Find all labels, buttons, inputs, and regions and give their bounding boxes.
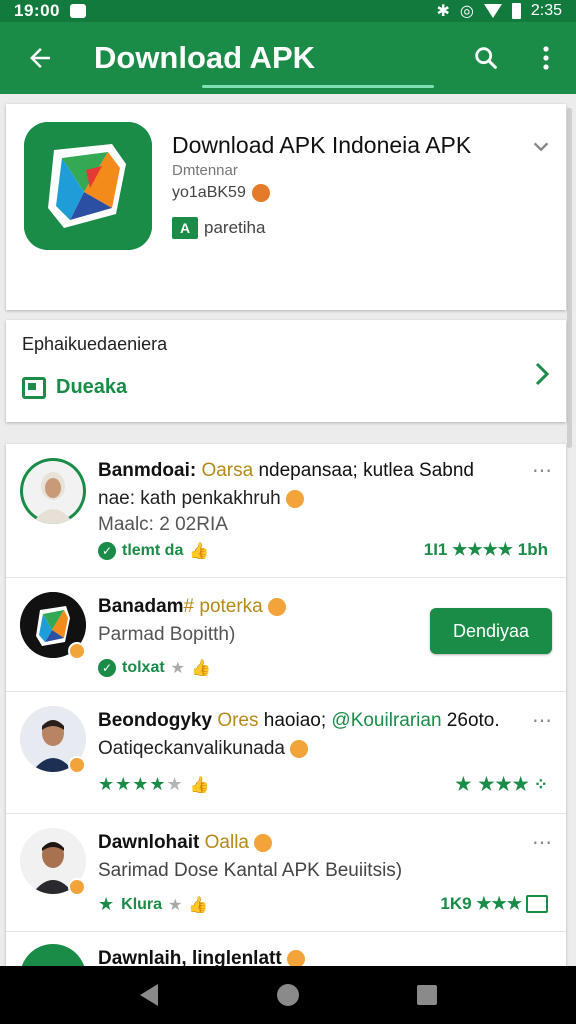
loading-icon: ⁘: [533, 774, 548, 794]
badge-icon: [68, 878, 86, 896]
verified-icon: ✓: [98, 542, 116, 560]
star-icon: ★: [98, 894, 116, 914]
item-subtitle: Sarimad Dose Kantal APK Beuiitsis): [98, 860, 403, 881]
item-title: Beondogyky Ores haoiao; @Kouilrarian 26o…: [98, 710, 500, 731]
app-bar-title: Download APK: [94, 40, 316, 75]
avatar: [20, 458, 86, 524]
tag-label: paretiha: [204, 218, 266, 237]
item-title: Banmdoai: Oarsa ndepansaa; kutlea Sabnd: [98, 460, 474, 481]
item-title: Banadam# poterka: [98, 596, 287, 618]
badge-icon: [68, 642, 86, 660]
list-item[interactable]: Banadam# poterka Parmad Bopitth) ✓ tolxa…: [6, 578, 566, 692]
review-list: Banmdoai: Oarsa ndepansaa; kutlea Sabnd …: [6, 444, 566, 966]
search-icon: [475, 47, 497, 69]
list-item[interactable]: Dawnlohait Oalla Sarimad Dose Kantal APK…: [6, 814, 566, 932]
avatar: [20, 944, 86, 966]
more-vert-icon: [543, 46, 549, 70]
app-logo-icon: [24, 122, 152, 250]
star-rating: ★★★★★: [98, 774, 184, 794]
item-meta: ★★★★★ 👍: [98, 774, 210, 795]
emoji-icon: [286, 949, 305, 966]
thumb-up-icon[interactable]: 👍: [190, 775, 210, 795]
emoji-icon: [286, 489, 305, 508]
item-menu-button[interactable]: ⋯: [532, 830, 552, 855]
emoji-icon: [254, 833, 273, 852]
item-rating: 1K9 ★★★: [440, 894, 548, 914]
section-link[interactable]: Dueaka: [22, 376, 127, 399]
app-meta-text: yo1aBK59: [172, 184, 246, 201]
star-outline-icon: ★: [168, 896, 183, 914]
list-item[interactable]: Dawnlaih, linglenlatt: [6, 932, 566, 966]
app-tag: A paretiha: [172, 217, 265, 239]
status-icons: ✱ ◎ 2:35: [436, 1, 562, 21]
app-bar: Download APK: [0, 22, 576, 94]
nav-back-icon[interactable]: [138, 982, 160, 1008]
app-header-card: Download APK Indoneia APK Dmtennar yo1aB…: [6, 104, 566, 310]
emoji-icon: [268, 597, 287, 616]
item-subtitle: nae: kath penkakhruh: [98, 488, 305, 510]
thumb-up-icon[interactable]: 👍: [188, 895, 208, 915]
section-card[interactable]: Ephaikuedaeniera Dueaka: [6, 320, 566, 422]
sync-icon: ◎: [459, 3, 474, 20]
item-meta: ★ Klura ★ 👍: [98, 894, 209, 915]
list-item[interactable]: Beondogyky Ores haoiao; @Kouilrarian 26o…: [6, 692, 566, 814]
item-title: Dawnlaih, linglenlatt: [98, 948, 305, 966]
item-rating: ★ ★★★ ⁘: [455, 774, 548, 794]
section-title: Ephaikuedaeniera: [22, 334, 168, 354]
status-time-left: 19:00: [14, 1, 60, 20]
app-name: Download APK Indoneia APK: [172, 132, 472, 158]
item-subtitle: Oatiqeckanvalikunada: [98, 738, 309, 760]
section-link-label: Dueaka: [56, 376, 128, 398]
item-detail: Maalc: 2 02RIA: [98, 514, 228, 535]
item-meta: ✓ tolxat ★ 👍: [98, 658, 211, 678]
chevron-right-icon: [535, 362, 550, 386]
item-meta: ✓ tlemt da 👍: [98, 541, 209, 561]
scrollbar[interactable]: [567, 108, 572, 448]
notification-icon: [69, 4, 86, 18]
star-outline-icon: ★: [170, 660, 186, 677]
emoji-icon: [290, 739, 309, 758]
arrow-back-icon: [30, 48, 50, 68]
status-time-right: 2:35: [530, 2, 562, 19]
app-meta: yo1aBK59: [172, 184, 270, 202]
status-bar: 19:00 ✱ ◎ 2:35: [0, 0, 576, 22]
nav-home-icon[interactable]: [275, 982, 301, 1008]
app-developer[interactable]: Dmtennar: [172, 162, 238, 179]
thumb-up-icon[interactable]: 👍: [191, 658, 211, 678]
search-button[interactable]: [456, 22, 516, 94]
chevron-down-icon[interactable]: [530, 136, 552, 158]
item-subtitle: Parmad Bopitth): [98, 624, 236, 645]
signal-icon: [483, 4, 502, 18]
install-button[interactable]: Dendiyaa: [430, 608, 552, 654]
flame-icon: [251, 184, 270, 202]
item-menu-button[interactable]: ⋯: [532, 458, 552, 483]
battery-icon: [511, 3, 521, 19]
verified-icon: ✓: [98, 659, 116, 677]
item-title: Dawnlohait Oalla: [98, 832, 273, 854]
system-nav-bar: [0, 966, 576, 1024]
back-button[interactable]: [0, 22, 80, 94]
thumb-up-icon[interactable]: 👍: [189, 541, 209, 561]
window-icon: [22, 376, 46, 399]
title-underline: [202, 85, 434, 88]
nav-recents-icon[interactable]: [416, 984, 438, 1006]
badge-icon: [68, 756, 86, 774]
item-rating: 1I1 ★★★★ 1bh: [423, 540, 548, 559]
tag-icon: A: [172, 217, 198, 239]
item-menu-button[interactable]: ⋯: [532, 708, 552, 733]
overflow-menu-button[interactable]: [516, 22, 576, 94]
list-item[interactable]: Banmdoai: Oarsa ndepansaa; kutlea Sabnd …: [6, 444, 566, 578]
folder-icon: [526, 895, 548, 913]
bluetooth-icon: ✱: [436, 3, 450, 20]
